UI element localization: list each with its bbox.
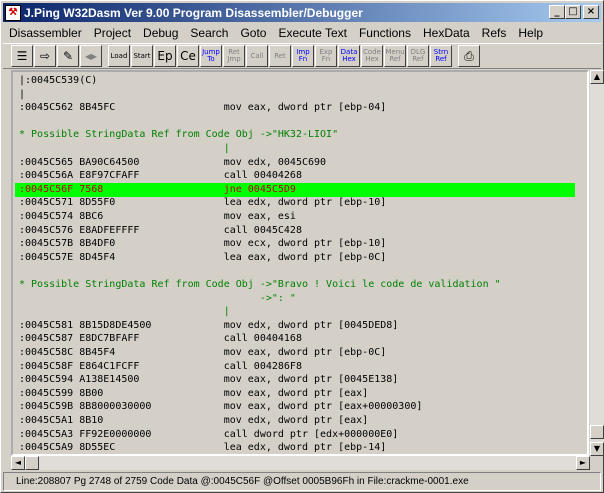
exports-label: Exp Fn (319, 48, 333, 63)
code-line[interactable]: :0045C599 8B00 mov eax, dword ptr [eax] (19, 387, 368, 401)
menu-hexdata[interactable]: HexData (417, 26, 476, 40)
code-line[interactable]: :0045C56A E8F97CFAFF call 00404268 (19, 169, 302, 183)
imports-icon[interactable]: Imp Fn (292, 45, 314, 67)
return-call-icon[interactable]: Ret (269, 45, 291, 67)
return-call-label: Ret (274, 51, 286, 60)
call-label: Call (250, 51, 264, 60)
code-entry-icon[interactable]: Ce (177, 45, 199, 67)
code-line[interactable]: :0045C58F E864C1FCFF call 004286F8 (19, 360, 302, 374)
code-line[interactable]: :0045C57B 8B4DF0 mov ecx, dword ptr [ebp… (19, 237, 386, 251)
close-button[interactable]: × (583, 5, 599, 19)
hex-data-label: Data Hex (340, 48, 358, 63)
code-line[interactable]: :0045C565 BA90C64500 mov edx, 0045C690 (19, 156, 326, 170)
code-line[interactable]: :0045C587 E8DC7BFAFF call 00404168 (19, 332, 302, 346)
code-line[interactable]: :0045C594 A138E14500 mov eax, dword ptr … (19, 373, 398, 387)
scroll-down-button[interactable]: ▼ (590, 442, 604, 456)
code-line[interactable]: |:0045C539(C) (19, 74, 97, 88)
menu-bar: Disassembler Project Debug Search Goto Execut… (3, 23, 601, 42)
toolbar: ☰ ⇨ ✎ ◂▸ Load Start Ep Ce Jump To Ret Jmp Call Ret I… (3, 43, 601, 69)
app-icon[interactable]: ⚒ (5, 4, 21, 21)
menu-disassembler[interactable]: Disassembler (3, 26, 88, 40)
code-entry-label: Ce (180, 49, 196, 63)
jump-code-label: ◂▸ (84, 49, 98, 63)
entry-point-label: Ep (157, 49, 173, 63)
code-line[interactable]: :0045C562 8B45FC mov eax, dword ptr [ebp… (19, 101, 386, 115)
save-label: ⇨ (39, 49, 51, 63)
code-line[interactable]: :0045C576 E8ADFEFFFF call 0045C428 (19, 224, 302, 238)
menu-ref-icon[interactable]: Menu Ref (384, 45, 406, 67)
copy-label: ✎ (62, 49, 74, 63)
print-icon[interactable]: ⎙ (458, 45, 480, 67)
save-icon[interactable]: ⇨ (34, 45, 56, 67)
hex-code-icon[interactable]: Code Hex (361, 45, 383, 67)
menu-goto[interactable]: Goto (234, 26, 272, 40)
imports-label: Imp Fn (296, 48, 310, 63)
code-line[interactable]: :0045C574 8BC6 mov eax, esi (19, 210, 296, 224)
code-line[interactable]: | (19, 88, 25, 102)
string-ref-comment[interactable]: | (19, 142, 230, 156)
window-title: J.Ping W32Dasm Ver 9.00 Program Disassem… (24, 5, 363, 20)
code-line[interactable]: :0045C5A3 FF92E0000000 call dword ptr [e… (19, 428, 398, 442)
start-label: Start (133, 51, 151, 60)
code-line[interactable]: :0045C58C 8B45F4 mov eax, dword ptr [ebp… (19, 346, 386, 360)
load-process-icon[interactable]: Load (108, 45, 130, 67)
start-icon[interactable]: Start (131, 45, 153, 67)
open-label: ☰ (16, 49, 28, 63)
main-window: ⚒ J.Ping W32Dasm Ver 9.00 Program Disass… (0, 0, 604, 493)
call-icon[interactable]: Call (246, 45, 268, 67)
menu-ref-label: Menu Ref (385, 48, 405, 63)
string-ref-comment[interactable]: | (19, 305, 230, 319)
open-icon[interactable]: ☰ (11, 45, 33, 67)
scroll-left-button[interactable]: ◄ (11, 456, 25, 470)
code-line[interactable]: :0045C571 8D55F0 lea edx, dword ptr [ebp… (19, 196, 386, 210)
jump-code-icon[interactable]: ◂▸ (80, 45, 102, 67)
string-ref-comment[interactable]: * Possible StringData Ref from Code Obj … (19, 278, 501, 292)
dialog-ref-icon[interactable]: DLG Ref (407, 45, 429, 67)
title-bar[interactable]: ⚒ J.Ping W32Dasm Ver 9.00 Program Disass… (3, 3, 601, 22)
dialog-ref-label: DLG Ref (410, 48, 426, 63)
string-ref-icon[interactable]: Strn Ref (430, 45, 452, 67)
minimize-button[interactable]: _ (549, 5, 565, 19)
code-line[interactable]: :0045C59B 8B8000030000 mov eax, dword pt… (19, 400, 422, 414)
menu-functions[interactable]: Functions (353, 26, 417, 40)
copy-icon[interactable]: ✎ (57, 45, 79, 67)
vertical-scrollbar[interactable]: ▲ ▼ (590, 70, 604, 456)
code-line[interactable]: :0045C57E 8D45F4 lea eax, dword ptr [ebp… (19, 251, 386, 265)
jump-to-label: Jump To (202, 48, 220, 63)
vertical-scroll-thumb[interactable] (590, 424, 604, 439)
menu-execute-text[interactable]: Execute Text (272, 26, 352, 40)
string-ref-comment[interactable]: * Possible StringData Ref from Code Obj … (19, 128, 338, 142)
scroll-up-button[interactable]: ▲ (590, 70, 604, 84)
return-jump-icon[interactable]: Ret Jmp (223, 45, 245, 67)
print-label: ⎙ (464, 49, 474, 63)
hex-code-label: Code Hex (363, 48, 381, 63)
string-ref-comment[interactable]: ->": " (19, 292, 296, 306)
menu-project[interactable]: Project (88, 26, 137, 40)
menu-refs[interactable]: Refs (476, 26, 513, 40)
status-bar: Line:208807 Pg 2748 of 2759 Code Data @:… (3, 472, 601, 491)
scroll-right-button[interactable]: ► (576, 456, 590, 470)
menu-help[interactable]: Help (512, 26, 549, 40)
jump-to-icon[interactable]: Jump To (200, 45, 222, 67)
code-line[interactable]: :0045C5A9 8D55EC lea edx, dword ptr [ebp… (19, 441, 386, 454)
exports-icon[interactable]: Exp Fn (315, 45, 337, 67)
code-line[interactable]: :0045C581 8B15D8DE4500 mov edx, dword pt… (19, 319, 398, 333)
menu-debug[interactable]: Debug (137, 26, 184, 40)
maximize-button[interactable]: □ (565, 5, 581, 19)
menu-search[interactable]: Search (184, 26, 234, 40)
string-ref-label: Strn Ref (433, 48, 449, 63)
selected-code-line[interactable]: :0045C56F 7568 jne 0045C5D9 (15, 182, 575, 197)
horizontal-scrollbar[interactable]: ◄ ► (11, 456, 590, 470)
hex-data-icon[interactable]: Data Hex (338, 45, 360, 67)
return-jump-label: Ret Jmp (227, 48, 241, 63)
disassembly-listing[interactable]: |:0045C539(C) |:0045C562 8B45FC mov eax, … (11, 70, 589, 456)
entry-point-icon[interactable]: Ep (154, 45, 176, 67)
load-process-label: Load (110, 51, 128, 60)
code-line[interactable]: :0045C5A1 8B10 mov edx, dword ptr [eax] (19, 414, 368, 428)
horizontal-scroll-thumb[interactable] (25, 456, 39, 470)
